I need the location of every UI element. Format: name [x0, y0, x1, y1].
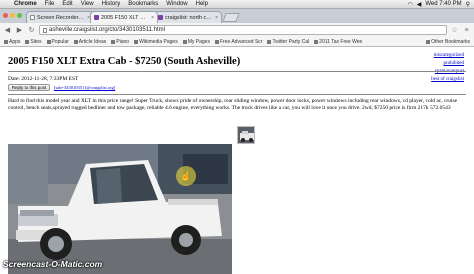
truck-thumbnail-image — [238, 127, 254, 143]
page-icon — [314, 39, 319, 44]
menu-history[interactable]: History — [98, 1, 125, 7]
bookmark-label: Popular — [51, 38, 69, 45]
menu-window[interactable]: Window — [162, 1, 191, 7]
flag-spam-link[interactable]: spam/overpost — [431, 68, 464, 76]
bookmark-label: Free Advanced Scr — [219, 38, 263, 45]
flag-prohibited-link[interactable]: prohibited — [431, 60, 464, 68]
reply-button[interactable]: Reply to this post — [8, 84, 50, 91]
bookmark-article-ideas[interactable]: Article Ideas — [73, 38, 107, 45]
bookmark-label: Sites — [30, 38, 42, 45]
back-arrow-icon[interactable]: ◀ — [3, 26, 12, 35]
bookmark-other[interactable]: Other Bookmarks — [426, 39, 470, 45]
folder-icon — [46, 39, 51, 44]
wikipedia-icon — [134, 39, 139, 44]
page-icon — [214, 39, 219, 44]
craigslist-favicon-icon — [94, 15, 99, 20]
wifi-icon[interactable]: ◠ — [407, 1, 412, 8]
tab-craigslist-nc[interactable]: craigslist: north carolina × — [154, 11, 222, 23]
bookmark-tax-free[interactable]: 2011 Tax Free Wee — [314, 39, 362, 45]
flag-miscategorized-link[interactable]: miscategorized — [431, 52, 464, 60]
page-icon — [267, 39, 272, 44]
close-window-button[interactable] — [3, 13, 8, 18]
craigslist-favicon-icon — [158, 15, 163, 20]
tab-label: Screen Recorder | Screenca — [37, 14, 85, 21]
divider — [8, 94, 466, 95]
tab-f150-listing[interactable]: 2005 F150 XLT Extra Cab × — [90, 11, 158, 23]
bookmark-free-advanced[interactable]: Free Advanced Scr — [214, 38, 263, 45]
folder-icon — [182, 39, 187, 44]
bookmark-my-pages[interactable]: My Pages — [182, 38, 210, 45]
listing-description: Hard to find this model year and XLT in … — [8, 98, 458, 111]
volume-icon[interactable]: ◀ — [417, 1, 422, 8]
bookmark-wikimedia[interactable]: Wikimedia Pages — [134, 39, 178, 45]
menu-view[interactable]: View — [77, 1, 98, 7]
tab-label: 2005 F150 XLT Extra Cab — [101, 14, 149, 21]
menu-icon[interactable]: ≡ — [462, 27, 471, 34]
new-tab-button[interactable] — [222, 13, 240, 22]
bookmark-label: Twitter Party Cal — [272, 38, 310, 45]
bookmark-twitter-party[interactable]: Twitter Party Cal — [267, 39, 309, 45]
close-tab-icon[interactable]: × — [215, 15, 218, 21]
bookmark-label: My Pages — [187, 38, 210, 45]
craigslist-listing-page: miscategorized prohibited spam/overpost … — [0, 48, 474, 274]
bookmark-star-icon[interactable]: ☆ — [450, 26, 459, 34]
page-favicon-icon — [30, 15, 35, 20]
pointer-cursor-icon: ☝ — [180, 170, 192, 181]
bookmark-label: Wikimedia Pages — [139, 38, 178, 45]
reload-icon[interactable]: ↻ — [27, 26, 36, 35]
browser-toolbar: ◀ ▶ ↻ asheville.craigslist.org/cto/34301… — [0, 23, 474, 37]
listing-title: 2005 F150 XLT Extra Cab - $7250 (South A… — [8, 56, 241, 67]
spotlight-search-icon[interactable]: ⚲ — [466, 1, 470, 8]
flag-links: miscategorized prohibited spam/overpost … — [431, 52, 464, 84]
minimize-window-button[interactable] — [10, 13, 15, 18]
folder-icon — [111, 39, 116, 44]
tab-screen-recorder[interactable]: Screen Recorder | Screenca × — [26, 11, 94, 23]
photo-thumbnail[interactable] — [237, 126, 255, 144]
tab-strip: Screen Recorder | Screenca × 2005 F150 X… — [0, 9, 474, 23]
bookmark-sites[interactable]: Sites — [25, 38, 42, 45]
menu-chrome[interactable]: Chrome — [10, 1, 41, 7]
menubar-status-area: ◠ ◀ Wed 7:40 PM ⚲ — [407, 1, 474, 8]
mouse-cursor-highlight: ☝ — [176, 166, 196, 186]
bookmark-piano[interactable]: Piano — [111, 39, 129, 45]
posting-date: Date: 2012-11-28, 7:33PM EST — [8, 76, 79, 82]
reply-email-link[interactable]: [sale-3430103511@craigslist.org] — [54, 85, 115, 90]
window-controls — [3, 13, 22, 18]
apps-icon — [4, 39, 8, 44]
bookmark-label: Apps — [9, 38, 21, 45]
menu-bookmarks[interactable]: Bookmarks — [124, 1, 162, 7]
divider — [8, 71, 466, 72]
forward-arrow-icon[interactable]: ▶ — [15, 26, 24, 35]
menu-help[interactable]: Help — [192, 1, 212, 7]
address-url: asheville.craigslist.org/cto/3430103511.… — [49, 27, 165, 33]
bookmarks-bar: Apps Sites Popular Article Ideas Piano W… — [0, 37, 474, 47]
bookmark-popular[interactable]: Popular — [46, 38, 69, 45]
close-tab-icon[interactable]: × — [151, 15, 154, 21]
bookmark-label: Article Ideas — [78, 38, 107, 45]
address-bar[interactable]: asheville.craigslist.org/cto/3430103511.… — [39, 25, 447, 35]
folder-icon — [73, 39, 78, 44]
bookmark-apps[interactable]: Apps — [4, 39, 20, 45]
macos-menubar: Chrome File Edit View History Bookmarks … — [0, 0, 474, 9]
tab-label: craigslist: north carolina — [165, 14, 213, 21]
menu-file[interactable]: File — [41, 1, 59, 7]
folder-icon — [426, 39, 431, 44]
truck-photo-image — [8, 144, 232, 274]
screencast-watermark: Screencast-O-Matic.com — [3, 259, 103, 269]
truck-photo[interactable] — [8, 144, 232, 274]
bookmark-label: Piano — [116, 38, 130, 45]
page-icon — [43, 27, 47, 33]
best-of-link[interactable]: best of craigslist — [431, 76, 464, 84]
bookmark-label: 2011 Tax Free Wee — [319, 38, 363, 45]
menubar-clock[interactable]: Wed 7:40 PM — [425, 1, 461, 7]
menu-edit[interactable]: Edit — [58, 1, 76, 7]
folder-icon — [25, 39, 30, 44]
zoom-window-button[interactable] — [17, 13, 22, 18]
bookmark-label: Other Bookmarks — [431, 38, 470, 45]
